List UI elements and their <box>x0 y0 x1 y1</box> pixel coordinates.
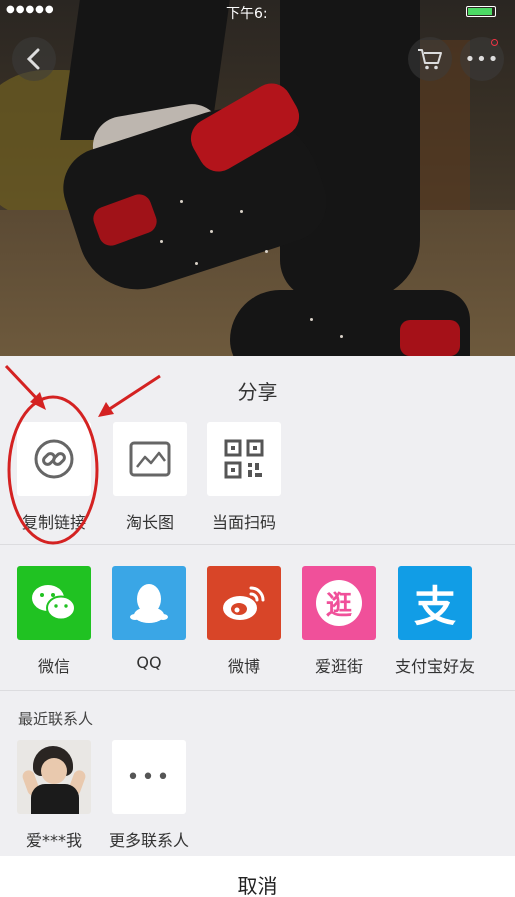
recent-contacts-label: 最近联系人 <box>18 710 94 728</box>
qrcode-tile <box>207 422 281 496</box>
share-sheet: 分享 复制链接 淘长图 当面扫码 微信 QQ 微博 逛 爱逛街 支 支付宝好友 … <box>0 356 515 897</box>
back-button[interactable] <box>12 37 56 81</box>
long-image-label: 淘长图 <box>125 513 174 532</box>
wechat-label: 微信 <box>37 657 70 676</box>
copy-link-tile <box>17 422 91 496</box>
cancel-bar: 取消 <box>0 856 515 897</box>
weibo-label: 微博 <box>227 657 260 676</box>
share-title: 分享 <box>237 380 278 404</box>
long-image-button[interactable]: 淘长图 <box>102 422 198 533</box>
wechat-tile <box>17 566 91 640</box>
copy-link-label: 复制链接 <box>21 513 86 532</box>
qq-share-button[interactable]: QQ <box>101 566 197 672</box>
status-bar: ●●●●● 下午6: <box>0 0 515 22</box>
divider <box>0 690 515 691</box>
aiguangjie-icon: 逛 <box>316 580 362 626</box>
qq-tile <box>112 566 186 640</box>
long-image-tile <box>113 422 187 496</box>
long-image-icon <box>129 441 171 477</box>
alipay-tile: 支 <box>398 566 472 640</box>
aiguangjie-label: 爱逛街 <box>314 657 363 676</box>
qrcode-icon <box>224 439 264 479</box>
aiguangjie-tile: 逛 <box>302 566 376 640</box>
more-dots-icon: ••• <box>126 764 172 790</box>
contact-item[interactable]: 爱***我 <box>6 740 102 851</box>
shoe-accent <box>400 320 460 356</box>
alipay-share-button[interactable]: 支 支付宝好友 <box>387 566 483 677</box>
qrcode-label: 当面扫码 <box>211 513 276 532</box>
more-contacts-tile: ••• <box>112 740 186 814</box>
wechat-share-button[interactable]: 微信 <box>6 566 102 677</box>
status-time: 下午6: <box>226 6 268 22</box>
link-icon <box>34 439 74 479</box>
weibo-tile <box>207 566 281 640</box>
qq-icon <box>130 584 168 623</box>
signal-dots: ●●●●● <box>6 4 55 15</box>
qrcode-button[interactable]: 当面扫码 <box>196 422 292 533</box>
aiguangjie-share-button[interactable]: 逛 爱逛街 <box>291 566 387 677</box>
alipay-label: 支付宝好友 <box>394 657 475 676</box>
more-dots-icon: ••• <box>464 48 500 70</box>
notification-dot <box>491 39 498 46</box>
more-button[interactable]: ••• <box>460 37 504 81</box>
more-contacts-label: 更多联系人 <box>108 831 189 850</box>
cart-button[interactable] <box>408 37 452 81</box>
battery-icon <box>466 6 496 17</box>
qq-label: QQ <box>136 653 162 672</box>
wechat-icon <box>32 585 76 621</box>
chevron-left-icon <box>26 48 40 70</box>
weibo-share-button[interactable]: 微博 <box>196 566 292 677</box>
cart-icon <box>418 49 442 70</box>
avatar <box>17 740 91 814</box>
alipay-icon: 支 <box>413 581 456 631</box>
contact-label: 爱***我 <box>25 831 82 850</box>
more-contacts-button[interactable]: ••• 更多联系人 <box>101 740 197 851</box>
cancel-button[interactable]: 取消 <box>0 870 515 897</box>
weibo-icon <box>223 586 265 620</box>
copy-link-button[interactable]: 复制链接 <box>6 422 102 533</box>
divider <box>0 544 515 545</box>
